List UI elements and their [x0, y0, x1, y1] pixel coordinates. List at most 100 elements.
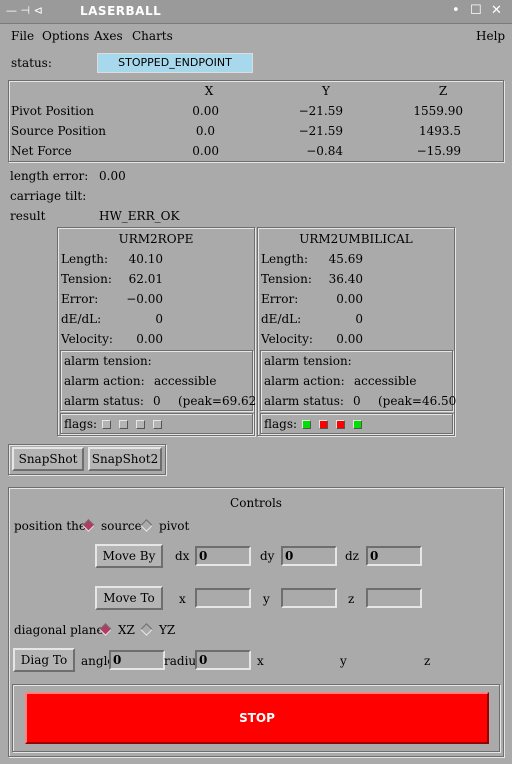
umbilical-flag-3	[336, 420, 345, 429]
umbilical-tension-label: Tension:	[261, 272, 312, 286]
column-header-z: Z	[438, 84, 448, 98]
rope-error-label: Error:	[61, 292, 99, 306]
dz-input[interactable]: 0	[366, 546, 422, 566]
umbilical-alarm-action-value: accessible	[354, 374, 417, 388]
close-icon[interactable]: ✕	[491, 3, 502, 18]
source-radio-label[interactable]: source	[101, 519, 142, 533]
diag-z-label: z	[424, 654, 431, 668]
snapshot-group: SnapShot SnapShot2	[8, 444, 166, 475]
z-label: z	[348, 592, 355, 606]
move-by-button[interactable]: Move By	[95, 544, 163, 568]
positions-table: X Y Z Pivot Position 0.00 −21.59 1559.90…	[8, 80, 504, 162]
x-label: x	[179, 592, 186, 606]
controls-title: Controls	[230, 496, 282, 510]
dy-input[interactable]: 0	[281, 546, 337, 566]
result-label: result	[10, 209, 46, 223]
rope-length-label: Length:	[61, 252, 109, 266]
umbilical-flags-label: flags:	[264, 417, 298, 431]
rope-alarm-action-value: accessible	[154, 374, 217, 388]
force-y-value: −0.84	[306, 144, 343, 158]
umbilical-panel-title: URM2UMBILICAL	[299, 232, 413, 246]
dx-input[interactable]: 0	[195, 546, 251, 566]
diagonal-plane-label: diagonal plane:	[14, 623, 108, 637]
column-header-y: Y	[322, 84, 330, 98]
menu-charts[interactable]: Charts	[132, 29, 173, 43]
umbilical-alarm-action-label: alarm action:	[264, 374, 345, 388]
umbilical-panel: URM2UMBILICAL Length: 45.69 Tension: 36.…	[257, 227, 457, 436]
window-title: LASERBALL	[80, 4, 162, 18]
rope-flags-box: flags:	[60, 413, 253, 434]
dy-label: dy	[260, 549, 275, 563]
umbilical-velocity-label: Velocity:	[261, 332, 313, 346]
source-y-value: −21.59	[298, 124, 343, 138]
rope-flags-label: flags:	[64, 417, 98, 431]
diag-y-label: y	[340, 654, 347, 668]
force-x-value: 0.00	[192, 144, 219, 158]
dz-label: dz	[345, 549, 360, 563]
y-input[interactable]	[281, 588, 337, 608]
result-value: HW_ERR_OK	[99, 209, 180, 223]
umbilical-flag-1	[302, 420, 311, 429]
umbilical-velocity-value: 0.00	[336, 332, 363, 346]
rope-alarm-status-label: alarm status:	[64, 394, 144, 408]
pivot-radio-label[interactable]: pivot	[159, 519, 189, 533]
rope-flag-1	[102, 420, 111, 429]
rope-peak-value: (peak=69.62	[178, 394, 257, 408]
menu-help[interactable]: Help	[476, 29, 505, 43]
umbilical-peak-value: (peak=46.50	[378, 394, 457, 408]
pivot-z-value: 1559.90	[413, 104, 463, 118]
rope-error-value: −0.00	[126, 292, 163, 306]
rope-velocity-label: Velocity:	[61, 332, 113, 346]
umbilical-length-value: 45.69	[328, 252, 363, 266]
minimize-icon[interactable]: •	[452, 3, 460, 18]
menu-bar: File Options Axes Charts Help	[0, 25, 512, 49]
radius-input[interactable]: 0	[195, 650, 251, 670]
status-label: status:	[11, 56, 52, 70]
umbilical-alarm-status-value: 0	[353, 394, 361, 408]
carriage-tilt-label: carriage tilt:	[10, 189, 87, 203]
menu-options[interactable]: Options	[42, 29, 89, 43]
pivot-y-value: −21.59	[298, 104, 343, 118]
umbilical-error-value: 0.00	[336, 292, 363, 306]
position-label: position the	[14, 519, 86, 533]
status-badge: STOPPED_ENDPOINT	[97, 53, 253, 73]
xz-radio-label[interactable]: XZ	[118, 623, 135, 637]
umbilical-error-label: Error:	[261, 292, 299, 306]
angle-input[interactable]: 0	[109, 650, 165, 670]
x-input[interactable]	[195, 588, 251, 608]
z-input[interactable]	[366, 588, 422, 608]
window-menu-icon[interactable]: — ⊣ ⊲	[6, 4, 43, 17]
umbilical-alarm-box: alarm tension: alarm action: accessible …	[260, 350, 457, 411]
y-label: y	[263, 592, 270, 606]
rope-panel: URM2ROPE Length: 40.10 Tension: 62.01 Er…	[57, 227, 257, 436]
diag-x-label: x	[257, 654, 264, 668]
window-titlebar[interactable]: — ⊣ ⊲ LASERBALL • ☐ ✕	[0, 0, 512, 24]
source-z-value: 1493.5	[419, 124, 461, 138]
stop-button[interactable]: STOP	[25, 692, 489, 744]
pivot-x-value: 0.00	[192, 104, 219, 118]
diag-to-button[interactable]: Diag To	[13, 648, 75, 672]
yz-radio-label[interactable]: YZ	[159, 623, 175, 637]
rope-length-value: 40.10	[128, 252, 163, 266]
source-x-value: 0.0	[195, 124, 215, 138]
rope-alarm-status-value: 0	[153, 394, 161, 408]
umbilical-length-label: Length:	[261, 252, 309, 266]
rope-tension-value: 62.01	[128, 272, 163, 286]
rope-alarm-tension-label: alarm tension:	[64, 354, 152, 368]
menu-axes[interactable]: Axes	[94, 29, 123, 43]
pivot-radio[interactable]	[140, 519, 153, 532]
umbilical-flag-2	[319, 420, 328, 429]
snapshot2-button[interactable]: SnapShot2	[88, 447, 162, 471]
maximize-icon[interactable]: ☐	[470, 3, 482, 18]
umbilical-dedl-label: dE/dL:	[261, 312, 302, 326]
umbilical-flags-box: flags:	[260, 413, 453, 434]
move-to-button[interactable]: Move To	[95, 586, 163, 610]
dx-label: dx	[175, 549, 190, 563]
menu-file[interactable]: File	[11, 29, 34, 43]
snapshot-button[interactable]: SnapShot	[12, 447, 84, 471]
rope-velocity-value: 0.00	[136, 332, 163, 346]
length-error-label: length error:	[10, 169, 89, 183]
yz-radio[interactable]	[140, 623, 153, 636]
rope-alarm-action-label: alarm action:	[64, 374, 145, 388]
rope-dedl-value: 0	[155, 312, 163, 326]
